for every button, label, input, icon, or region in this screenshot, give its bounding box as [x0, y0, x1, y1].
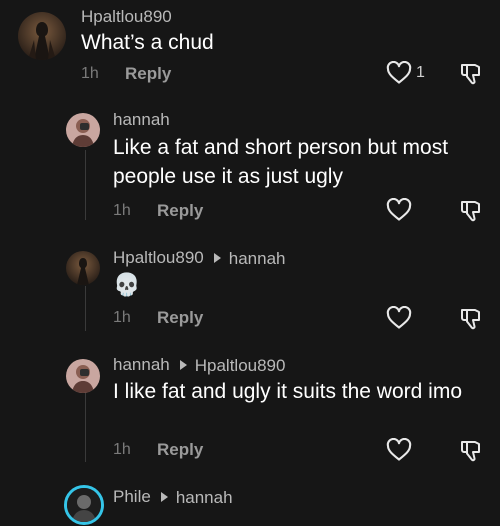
comment-item: hannah Hpaltlou890 I like fat and ugly it…: [0, 345, 500, 480]
skull-emoji: 💀: [113, 272, 141, 297]
caret-right-icon: [160, 492, 168, 502]
comment-text: I like fat and ugly it suits the word im…: [113, 380, 462, 403]
dislike-button[interactable]: [458, 306, 484, 332]
dislike-button[interactable]: [458, 438, 484, 464]
timestamp: 1h: [113, 309, 131, 326]
like-button[interactable]: [386, 198, 416, 222]
avatar[interactable]: [66, 359, 100, 393]
dislike-button[interactable]: [458, 198, 484, 224]
reply-to-name[interactable]: Hpaltlou890: [195, 356, 286, 376]
like-button[interactable]: 1: [386, 61, 425, 85]
heart-icon: [386, 306, 412, 329]
like-button[interactable]: [386, 306, 416, 330]
heart-icon: [386, 198, 412, 221]
reply-to-name[interactable]: hannah: [176, 488, 233, 508]
heart-icon: [386, 61, 412, 84]
caret-right-icon: [179, 360, 187, 370]
dislike-button[interactable]: [458, 61, 484, 87]
comment-item: hannah Like a fat and short person but m…: [0, 100, 500, 235]
username[interactable]: hannah: [113, 110, 170, 130]
author-name[interactable]: Hpaltlou890: [113, 248, 204, 267]
heart-icon: [386, 438, 412, 461]
reply-button[interactable]: Reply: [125, 64, 171, 84]
reply-to-name[interactable]: hannah: [229, 249, 286, 269]
timestamp: 1h: [113, 441, 131, 458]
username[interactable]: Phile hannah: [113, 487, 233, 508]
thumbs-down-icon: [461, 201, 480, 222]
like-button[interactable]: [386, 438, 416, 462]
comment-item: Hpaltlou890 What’s a chud 1h Reply 1: [0, 0, 500, 100]
avatar[interactable]: [66, 113, 100, 147]
reply-button[interactable]: Reply: [157, 440, 203, 460]
author-name[interactable]: hannah: [113, 355, 170, 374]
caret-right-icon: [213, 253, 221, 263]
thumbs-down-icon: [461, 441, 480, 462]
username[interactable]: hannah Hpaltlou890: [113, 355, 285, 376]
thumbs-down-icon: [461, 64, 480, 85]
thumbs-down-icon: [461, 309, 480, 330]
avatar[interactable]: [64, 485, 104, 525]
username[interactable]: Hpaltlou890 hannah: [113, 248, 285, 269]
avatar[interactable]: [66, 251, 100, 285]
comment-item: Phile hannah: [0, 480, 500, 526]
comment-item: Hpaltlou890 hannah 💀 1h Reply: [0, 235, 500, 345]
like-count: 1: [416, 64, 425, 81]
reply-button[interactable]: Reply: [157, 308, 203, 328]
timestamp: 1h: [113, 202, 131, 219]
avatar[interactable]: [18, 12, 66, 60]
reply-button[interactable]: Reply: [157, 201, 203, 221]
author-name[interactable]: Phile: [113, 487, 151, 506]
comment-text: Like a fat and short person but most peo…: [113, 136, 449, 188]
username[interactable]: Hpaltlou890: [81, 7, 172, 27]
timestamp: 1h: [81, 65, 99, 82]
comment-text: What’s a chud: [81, 31, 214, 54]
